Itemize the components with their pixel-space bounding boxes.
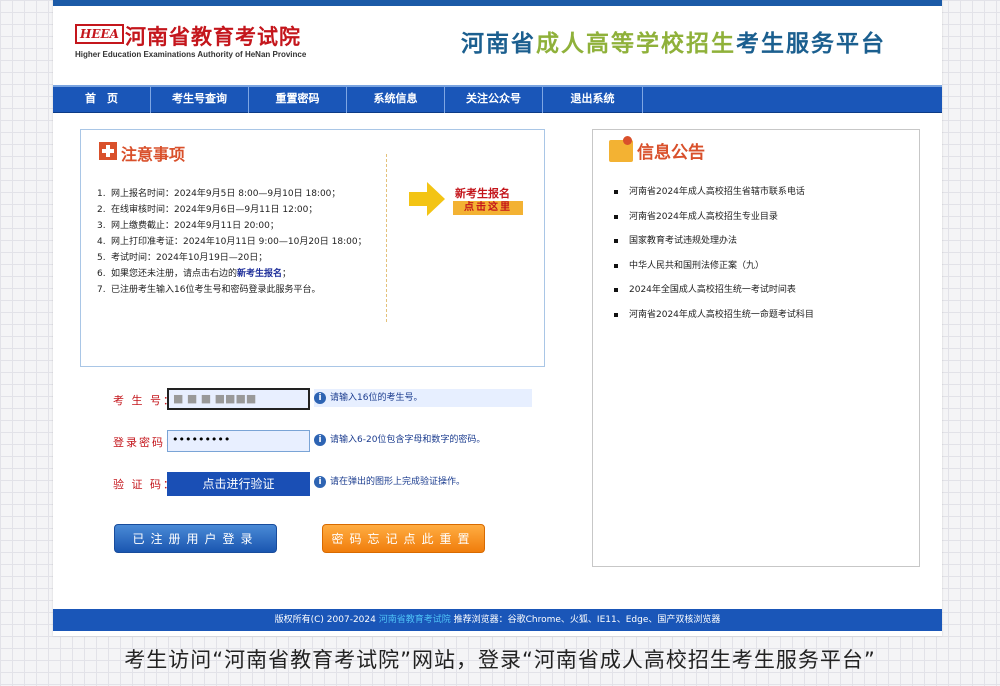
notice-item: 7. 已注册考生输入16位考生号和密码登录此服务平台。: [97, 282, 379, 298]
nav-item-follow-account[interactable]: 关注公众号: [445, 87, 543, 113]
nav-item-exam-number-query[interactable]: 考生号查询: [151, 87, 249, 113]
footer: 版权所有(C) 2007-2024 河南省教育考试院 推荐浏览器：谷歌Chrom…: [53, 609, 942, 631]
captcha-verify-button[interactable]: 点击进行验证: [167, 472, 310, 496]
info-icon: i: [314, 476, 326, 488]
notice-item-highlight: 新考生报名: [237, 269, 283, 279]
logo-title: 河南省教育考试院: [125, 25, 301, 49]
platform-title-part2: 成人高等学校招生: [536, 31, 736, 57]
announcement-link[interactable]: 中华人民共和国刑法修正案（九）: [614, 254, 814, 279]
new-register-button[interactable]: 点击这里: [453, 201, 523, 215]
notice-item: 2. 在线审核时间：2024年9月6日—9月11日 12:00；: [97, 202, 379, 218]
login-button[interactable]: 已注册用户登录: [114, 524, 277, 553]
nav-item-reset-password[interactable]: 重置密码: [249, 87, 347, 113]
platform-title-part3: 考生服务平台: [736, 31, 886, 57]
notice-item-text: 已注册考生输入16位考生号和密码登录此服务平台。: [111, 285, 321, 295]
notice-item: 5. 考试时间：2024年10月19日—20日；: [97, 250, 379, 266]
notice-item-text: 网上缴费截止：2024年9月11日 20:00；: [111, 221, 279, 231]
platform-title: 河南省成人高等学校招生考生服务平台: [461, 24, 886, 58]
announcement-link[interactable]: 河南省2024年成人高校招生专业目录: [614, 205, 814, 230]
notice-item-text-end: ；: [282, 269, 292, 279]
announcement-panel: 信息公告 河南省2024年成人高校招生省辖市联系电话 河南省2024年成人高校招…: [592, 129, 920, 567]
notice-list: 1. 网上报名时间：2024年9月5日 8:00—9月10日 18:00； 2. 在…: [97, 186, 379, 298]
pushpin-icon: [609, 136, 633, 162]
notice-item-text: 网上打印准考证：2024年10月11日 9:00—10月20日 18:00；: [111, 237, 367, 247]
notice-panel: 注意事项 1. 网上报名时间：2024年9月5日 8:00—9月10日 18:00…: [80, 129, 545, 367]
exam-number-hint: i 请输入16位的考生号。: [314, 389, 532, 407]
notice-title: 注意事项: [121, 145, 186, 164]
nav-item-home[interactable]: 首 页: [53, 87, 151, 113]
password-hint: i 请输入6-20位包含字母和数字的密码。: [314, 431, 485, 449]
notice-item: 1. 网上报名时间：2024年9月5日 8:00—9月10日 18:00；: [97, 186, 379, 202]
notice-item-number: 4.: [97, 237, 106, 247]
logo-subtitle: Higher Education Examinations Authority …: [75, 50, 307, 59]
main-nav: 首 页 考生号查询 重置密码 系统信息 关注公众号 退出系统: [53, 85, 942, 113]
info-icon: i: [314, 434, 326, 446]
notice-item: 6. 如果您还未注册，请点击右边的新考生报名；: [97, 266, 379, 282]
captcha-hint-text: 请在弹出的图形上完成验证操作。: [330, 477, 466, 487]
caption: 考生访问“河南省教育考试院”网站，登录“河南省成人高校招生考生服务平台”: [124, 648, 876, 672]
notice-item-text: 如果您还未注册，请点击右边的: [111, 269, 238, 279]
page-container: HEEA 河南省教育考试院 Higher Education Examinati…: [53, 0, 942, 636]
plus-icon: [99, 142, 117, 160]
notice-item-text: 考试时间：2024年10月19日—20日；: [111, 253, 268, 263]
captcha-hint: i 请在弹出的图形上完成验证操作。: [314, 473, 465, 491]
password-hint-text: 请输入6-20位包含字母和数字的密码。: [330, 435, 486, 445]
nav-item-logout[interactable]: 退出系统: [543, 87, 643, 113]
logo-icon: HEEA: [75, 24, 124, 44]
announcement-link[interactable]: 2024年全国成人高校招生统一考试时间表: [614, 278, 814, 303]
notice-divider: [386, 154, 387, 322]
notice-item-number: 5.: [97, 253, 106, 263]
password-input[interactable]: •••••••••: [167, 430, 310, 452]
announcement-title: 信息公告: [637, 143, 705, 163]
announcement-link[interactable]: 河南省2024年成人高校招生省辖市联系电话: [614, 180, 814, 205]
reset-password-button[interactable]: 密码忘记点此重置: [322, 524, 485, 553]
footer-copyright: 版权所有(C) 2007-2024: [274, 615, 379, 625]
arrow-right-icon: [409, 182, 445, 216]
new-register-label[interactable]: 新考生报名: [455, 185, 510, 201]
notice-item-text: 网上报名时间：2024年9月5日 8:00—9月10日 18:00；: [111, 189, 341, 199]
notice-item-text: 在线审核时间：2024年9月6日—9月11日 12:00；: [111, 205, 318, 215]
notice-item-number: 1.: [97, 189, 106, 199]
exam-number-input[interactable]: ■ ■ ■ ■■■■: [167, 388, 310, 410]
notice-item: 3. 网上缴费截止：2024年9月11日 20:00；: [97, 218, 379, 234]
header: HEEA 河南省教育考试院 Higher Education Examinati…: [53, 6, 942, 84]
announcement-link[interactable]: 国家教育考试违规处理办法: [614, 229, 814, 254]
announcement-list: 河南省2024年成人高校招生省辖市联系电话 河南省2024年成人高校招生专业目录…: [614, 180, 814, 327]
exam-number-hint-text: 请输入16位的考生号。: [330, 393, 423, 403]
info-icon: i: [314, 392, 326, 404]
notice-item: 4. 网上打印准考证：2024年10月11日 9:00—10月20日 18:00；: [97, 234, 379, 250]
platform-title-part1: 河南省: [461, 31, 536, 57]
footer-link[interactable]: 河南省教育考试院: [379, 615, 451, 625]
notice-item-number: 2.: [97, 205, 106, 215]
footer-browsers: 推荐浏览器：谷歌Chrome、火狐、IE11、Edge、国产双核浏览器: [450, 615, 721, 625]
announcement-link[interactable]: 河南省2024年成人高校招生统一命题考试科目: [614, 303, 814, 328]
nav-item-system-info[interactable]: 系统信息: [347, 87, 445, 113]
notice-item-number: 7.: [97, 285, 106, 295]
notice-item-number: 6.: [97, 269, 106, 279]
notice-item-number: 3.: [97, 221, 106, 231]
